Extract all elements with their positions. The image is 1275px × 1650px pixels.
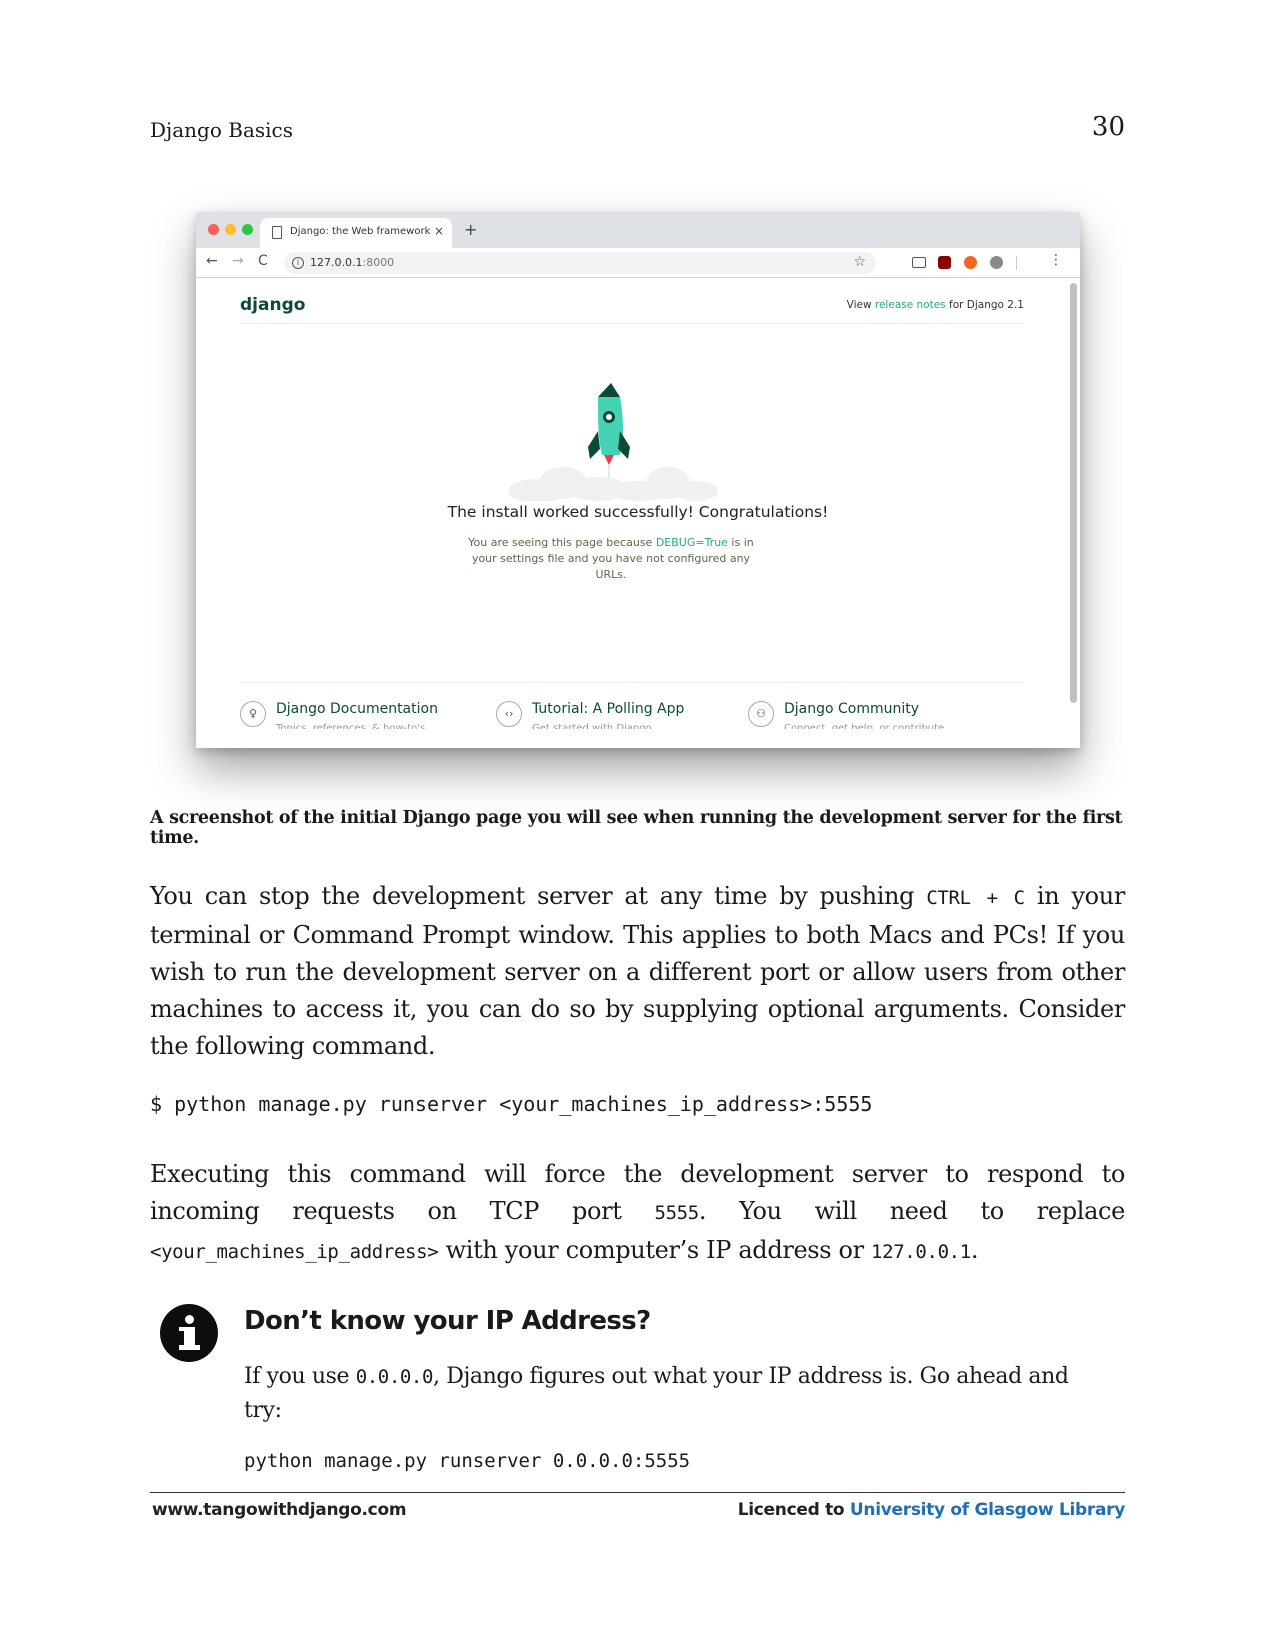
p2-code-ip-placeholder: <your_machines_ip_address> — [150, 1241, 439, 1263]
extension-icon[interactable] — [964, 256, 977, 269]
tutorial-subtitle: Get started with Django — [532, 723, 652, 729]
success-sub-part1: You are seeing this page because — [468, 536, 656, 549]
p2-text-4: . — [970, 1236, 979, 1264]
header-divider — [240, 323, 1024, 324]
toolbar-divider — [1016, 256, 1017, 270]
documentation-subtitle: Topics, references, & how-to's — [276, 723, 426, 729]
paragraph-stop-server: You can stop the development server at a… — [150, 878, 1125, 1065]
documentation-title: Django Documentation — [276, 701, 438, 717]
extension-icon[interactable] — [990, 256, 1003, 269]
browser-tab-bar: Django: the Web framework fo × + — [196, 212, 1080, 248]
info-icon — [160, 1304, 218, 1362]
running-title: Django Basics — [150, 118, 293, 142]
community-subtitle: Connect, get help, or contribute — [784, 723, 945, 729]
tip-title: Don’t know your IP Address? — [244, 1306, 651, 1336]
django-logo: django — [240, 295, 306, 315]
browser-toolbar: ← → C i 127.0.0.1:8000 ☆ ⋮ — [196, 248, 1080, 278]
community-icon: ⚇ — [748, 701, 774, 727]
url-text: 127.0.0.1:8000 — [310, 256, 394, 269]
tab-title: Django: the Web framework fo — [290, 226, 430, 237]
maximize-window-icon[interactable] — [242, 224, 253, 235]
tab-close-icon[interactable]: × — [434, 224, 444, 238]
bookmark-star-icon[interactable]: ☆ — [853, 254, 866, 270]
paragraph-port: Executing this command will force the de… — [150, 1156, 1125, 1271]
footer-rule — [150, 1492, 1125, 1493]
new-tab-button[interactable]: + — [464, 220, 477, 239]
forward-button[interactable]: → — [232, 253, 244, 269]
django-welcome-page: django View release notes for Django 2.1 — [196, 279, 1080, 748]
document-icon — [272, 226, 282, 239]
url-host: 127.0.0.1 — [310, 256, 363, 269]
p2-text-3: with your computer’s IP address or — [438, 1236, 872, 1264]
p2-code-localhost: 127.0.0.1 — [871, 1241, 971, 1263]
runserver-command: $ python manage.py runserver <your_machi… — [150, 1092, 873, 1116]
browser-tab[interactable]: Django: the Web framework fo × — [260, 218, 452, 248]
reload-button[interactable]: C — [258, 253, 268, 269]
page-header: Django Basics 30 — [150, 112, 1125, 142]
release-prefix: View — [846, 299, 875, 311]
ublock-extension-icon[interactable] — [938, 256, 951, 269]
lightbulb-icon: ♀ — [240, 701, 266, 727]
footer-divider — [240, 682, 1024, 683]
tip-code-address: 0.0.0.0 — [355, 1366, 434, 1388]
licence-prefix: Licenced to — [737, 1500, 850, 1520]
address-bar[interactable]: i 127.0.0.1:8000 ☆ — [284, 252, 876, 274]
browser-menu-icon[interactable]: ⋮ — [1049, 252, 1063, 268]
success-heading: The install worked successfully! Congrat… — [447, 503, 829, 521]
tip-body: If you use 0.0.0.0, Django figures out w… — [244, 1360, 1074, 1428]
community-title: Django Community — [784, 701, 920, 717]
footer-licence: Licenced to University of Glasgow Librar… — [737, 1500, 1126, 1520]
site-info-icon[interactable]: i — [292, 257, 304, 269]
url-port: :8000 — [362, 256, 395, 269]
figure-caption: A screenshot of the initial Django page … — [150, 808, 1123, 848]
p2-text-2: . You will need to replace — [698, 1197, 1125, 1225]
cloud-illustration — [508, 467, 718, 501]
release-notes-link[interactable]: release notes — [875, 299, 946, 311]
close-window-icon[interactable] — [208, 224, 219, 235]
code-icon: ‹› — [496, 701, 522, 727]
page-scrollbar[interactable] — [1070, 283, 1077, 703]
back-button[interactable]: ← — [206, 253, 218, 269]
footer-website[interactable]: www.tangowithdjango.com — [152, 1500, 407, 1520]
success-message: You are seeing this page because DEBUG=T… — [456, 535, 766, 583]
tip-command: python manage.py runserver 0.0.0.0:5555 — [244, 1450, 691, 1472]
page-number: 30 — [1091, 112, 1125, 142]
p2-code-port: 5555 — [654, 1202, 700, 1224]
p1-code-ctrl-c: CTRL + C — [926, 887, 1025, 909]
p1-text-1: You can stop the development server at a… — [150, 882, 927, 910]
tip-text-1: If you use — [244, 1364, 356, 1389]
release-notes-line: View release notes for Django 2.1 — [847, 299, 1024, 311]
release-suffix: for Django 2.1 — [945, 299, 1024, 311]
minimize-window-icon[interactable] — [225, 224, 236, 235]
licence-holder-link[interactable]: University of Glasgow Library — [850, 1500, 1125, 1520]
browser-screenshot-figure: Django: the Web framework fo × + ← → C i… — [196, 212, 1080, 748]
debug-setting-link[interactable]: DEBUG=True — [656, 536, 728, 549]
cast-icon[interactable] — [912, 257, 926, 268]
tutorial-title: Tutorial: A Polling App — [532, 701, 685, 717]
